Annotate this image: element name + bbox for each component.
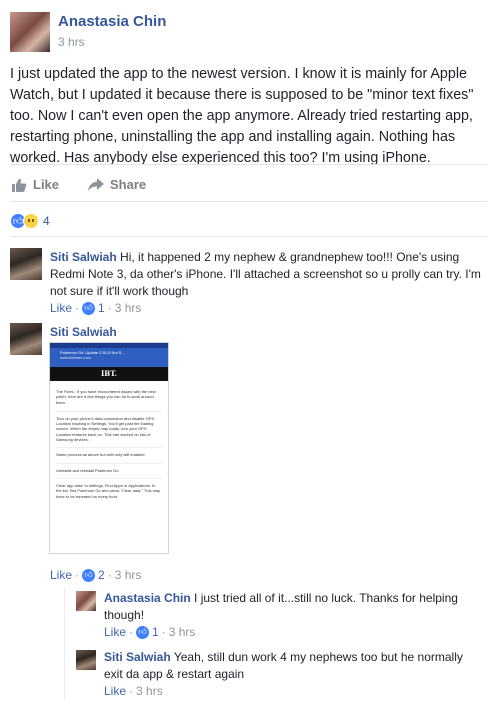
comment-like-count[interactable]: 1 — [98, 301, 105, 315]
reply-author-name[interactable]: Siti Salwiah — [104, 650, 171, 664]
like-icon: 👍︎ — [136, 625, 150, 639]
divider — [10, 201, 487, 202]
reply-body: Anastasia Chin I just tried all of it...… — [104, 590, 484, 624]
like-icon: 👍︎ — [82, 568, 96, 582]
commenter-avatar[interactable] — [10, 323, 42, 355]
article-list-item: Turn on your phone's data connection and… — [56, 410, 162, 442]
reaction-count: 4 — [43, 214, 50, 228]
comment-image-attachment[interactable]: Pokémon Go' Update 2.51.5 Not S... www.i… — [49, 342, 169, 554]
comment-time[interactable]: 3 hrs — [115, 301, 142, 315]
reply-like-link[interactable]: Like — [104, 625, 126, 639]
reply-meta: Like · 👍︎ 1 · 3 hrs — [104, 625, 196, 639]
thumbs-up-icon — [12, 178, 27, 192]
article-intro: The Fixes : If you have encountered issu… — [56, 389, 156, 405]
divider — [10, 164, 487, 165]
like-label: Like — [33, 177, 60, 192]
site-logo: IBT. — [50, 367, 168, 381]
comment-meta: Like · 👍︎ 2 · 3 hrs — [50, 568, 142, 582]
comment-body: Siti Salwiah Hi, it happened 2 my nephew… — [50, 249, 486, 300]
article-list-item: Clear app data: In settings, Find Apps o… — [56, 477, 162, 499]
comment-like-link[interactable]: Like — [50, 568, 72, 582]
reply-meta: Like · 3 hrs — [104, 684, 163, 698]
like-button[interactable]: Like — [12, 177, 59, 192]
replier-avatar[interactable] — [76, 591, 96, 611]
reply-author-name[interactable]: Anastasia Chin — [104, 591, 191, 605]
share-label: Share — [110, 177, 147, 192]
comment-author-name[interactable]: Siti Salwiah — [50, 250, 117, 264]
comment-meta: Like · 👍︎ 1 · 3 hrs — [50, 301, 142, 315]
comment-body: Siti Salwiah — [50, 324, 117, 341]
comment-author-name[interactable]: Siti Salwiah — [50, 325, 117, 339]
reply-thread-line — [64, 588, 65, 700]
reply-like-count[interactable]: 1 — [152, 625, 159, 639]
reactions-summary[interactable]: 👍︎ 4 — [10, 213, 50, 229]
divider — [10, 236, 487, 237]
article-url: www.ibtimes.com — [60, 355, 91, 360]
reply-like-link[interactable]: Like — [104, 684, 126, 698]
article-body: The Fixes : If you have encountered issu… — [50, 381, 168, 512]
reply-time[interactable]: 3 hrs — [136, 684, 163, 698]
replier-avatar[interactable] — [76, 650, 96, 670]
article-list-item: Uninstall and reinstall Pokémon Go — [56, 462, 162, 473]
like-icon: 👍︎ — [82, 301, 96, 315]
comment-like-count[interactable]: 2 — [98, 568, 105, 582]
sad-icon — [23, 213, 39, 229]
author-avatar[interactable] — [10, 12, 50, 52]
reply-body: Siti Salwiah Yeah, still dun work 4 my n… — [104, 649, 484, 683]
comment-like-link[interactable]: Like — [50, 301, 72, 315]
reply-time[interactable]: 3 hrs — [169, 625, 196, 639]
comment-time[interactable]: 3 hrs — [115, 568, 142, 582]
post-timestamp[interactable]: 3 hrs — [58, 35, 85, 49]
share-arrow-icon — [88, 178, 104, 191]
commenter-avatar[interactable] — [10, 248, 42, 280]
browser-title-bar: Pokémon Go' Update 2.51.5 Not S... www.i… — [50, 348, 168, 367]
post-author-name[interactable]: Anastasia Chin — [58, 13, 166, 30]
post-text: I just updated the app to the newest ver… — [10, 66, 474, 166]
article-list-item: Same process as above but with only wifi… — [56, 447, 162, 457]
share-button[interactable]: Share — [88, 177, 146, 192]
